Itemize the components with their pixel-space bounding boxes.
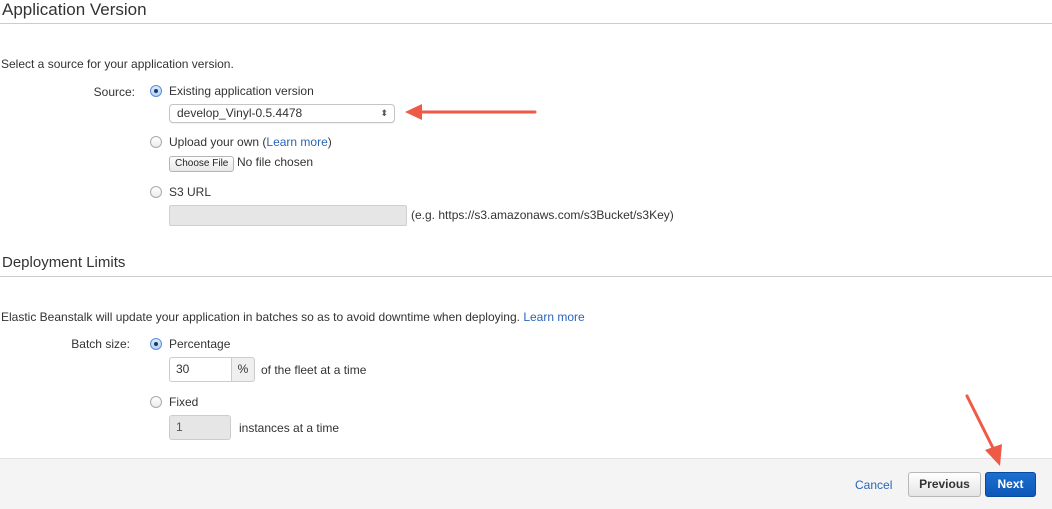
paren-close: ) [327,135,332,149]
radio-fixed-label: Fixed [169,395,199,409]
upload-learn-more-link[interactable]: Learn more [266,135,327,149]
fixed-suffix: instances at a time [239,421,340,435]
version-select-value: develop_Vinyl-0.5.4478 [177,106,303,120]
radio-upload-own[interactable]: Upload your own (Learn more) [150,135,332,149]
s3-url-input[interactable] [169,205,407,226]
percent-addon: % [231,357,255,382]
arrow-to-next-button-icon [965,394,1002,466]
radio-s3-url[interactable]: S3 URL [150,185,211,199]
deployment-limits-description: Elastic Beanstalk will update your appli… [1,310,585,324]
radio-unchecked-icon[interactable] [150,136,162,148]
choose-file-button[interactable]: Choose File [169,156,235,172]
next-button[interactable]: Next [985,472,1036,497]
radio-percentage-label: Percentage [169,337,231,351]
deployment-description-text: Elastic Beanstalk will update your appli… [1,310,520,324]
section-divider [0,276,1052,277]
version-select[interactable]: develop_Vinyl-0.5.4478 ⬍ [169,104,395,123]
application-version-heading: Application Version [2,0,147,19]
cancel-link[interactable]: Cancel [855,478,892,492]
radio-s3-label: S3 URL [169,185,212,199]
source-label: Source: [93,85,135,99]
radio-unchecked-icon[interactable] [150,186,162,198]
file-status: No file chosen [237,155,314,169]
annotation-layer [405,104,1002,466]
radio-upload-label: Upload your own [169,135,260,149]
deployment-learn-more-link[interactable]: Learn more [523,310,584,324]
arrow-to-version-select-icon [405,104,537,120]
paren-open: ( [259,135,267,149]
percentage-suffix: of the fleet at a time [261,363,367,377]
s3-url-hint: (e.g. https://s3.amazonaws.com/s3Bucket/… [411,208,674,222]
section-divider [0,23,1052,24]
radio-existing-label: Existing application version [169,84,314,98]
fixed-instances-input[interactable]: 1 [169,415,231,440]
select-arrows-icon: ⬍ [380,108,388,118]
percentage-input[interactable]: 30 [169,357,231,382]
radio-percentage[interactable]: Percentage [150,337,230,351]
wizard-footer [0,458,1052,509]
radio-fixed[interactable]: Fixed [150,395,198,409]
previous-button[interactable]: Previous [908,472,981,497]
radio-existing-version[interactable]: Existing application version [150,84,314,98]
batch-size-label: Batch size: [71,337,130,351]
radio-checked-icon[interactable] [150,85,162,97]
radio-unchecked-icon[interactable] [150,396,162,408]
deployment-limits-heading: Deployment Limits [2,254,126,271]
radio-checked-icon[interactable] [150,338,162,350]
application-version-description: Select a source for your application ver… [1,57,234,71]
